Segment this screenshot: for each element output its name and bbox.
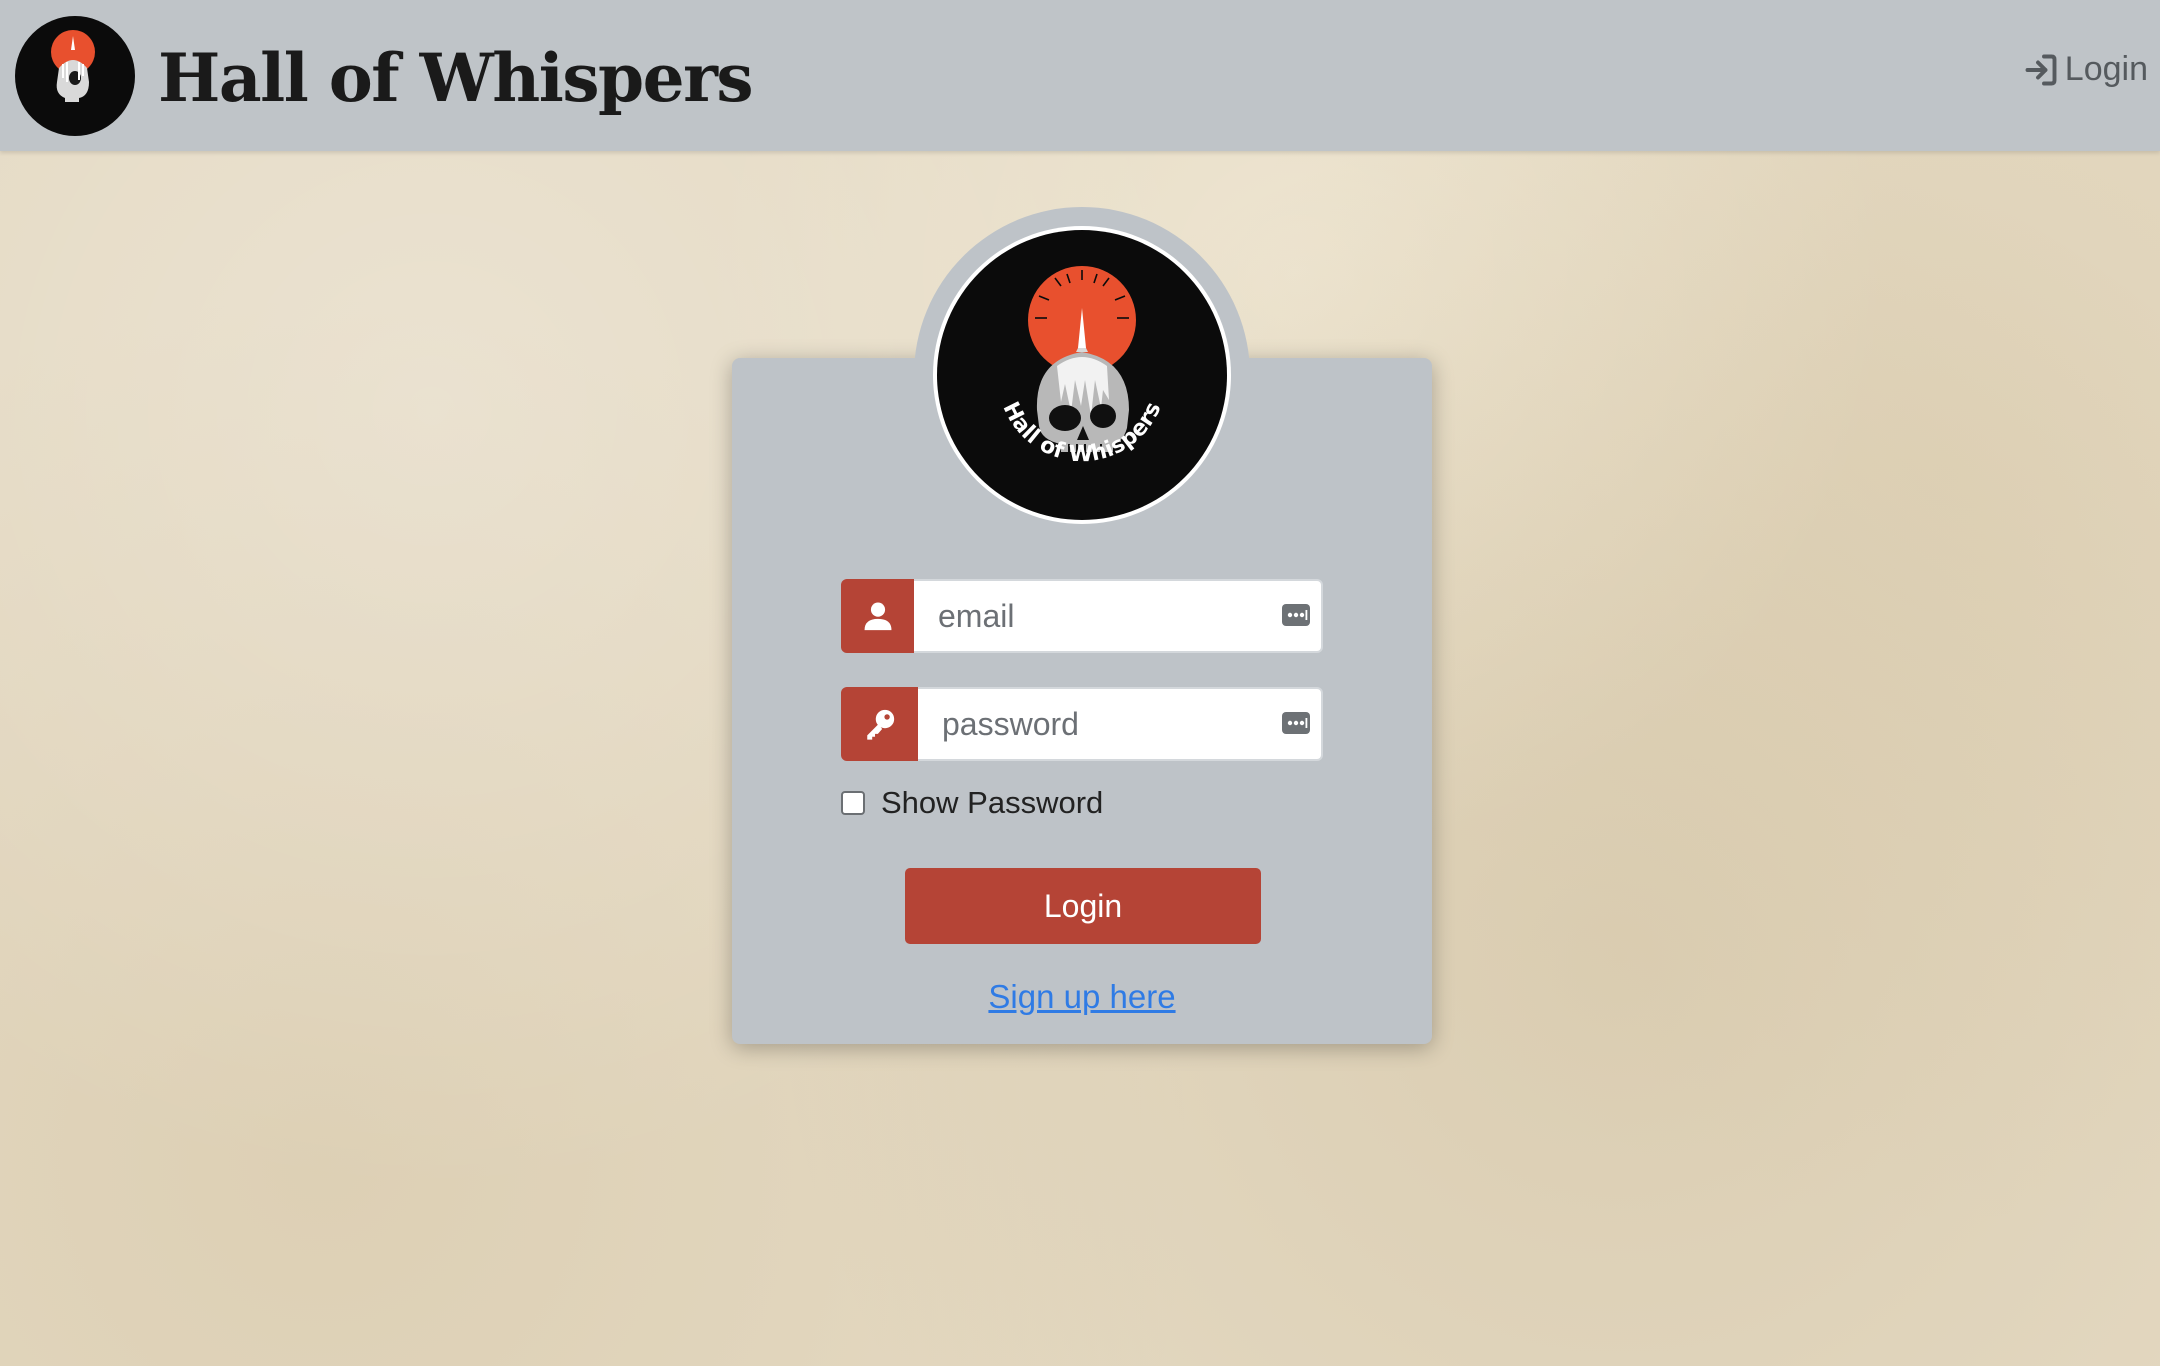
password-autofill-icon[interactable] bbox=[1281, 709, 1311, 737]
nav-login-label: Login bbox=[2064, 50, 2148, 88]
signup-link[interactable]: Sign up here bbox=[732, 978, 1432, 1016]
email-field[interactable] bbox=[914, 581, 1321, 651]
show-password-checkbox[interactable] bbox=[841, 791, 865, 815]
show-password-toggle[interactable]: Show Password bbox=[841, 785, 1103, 821]
login-button[interactable]: Login bbox=[905, 868, 1261, 944]
email-field-wrap bbox=[914, 579, 1323, 653]
password-input-group bbox=[841, 687, 1323, 761]
site-title[interactable]: Hall of Whispers bbox=[158, 30, 754, 126]
password-field-wrap bbox=[918, 687, 1323, 761]
email-input-group bbox=[841, 579, 1323, 653]
brand-logo[interactable] bbox=[15, 16, 135, 136]
navbar: Hall of Whispers Login bbox=[0, 0, 2160, 151]
email-addon bbox=[841, 579, 914, 653]
logo-avatar: Hall of Whispers bbox=[933, 226, 1231, 524]
show-password-label: Show Password bbox=[881, 785, 1104, 820]
password-field[interactable] bbox=[918, 689, 1321, 759]
nav-login-link[interactable]: Login bbox=[2023, 50, 2148, 89]
password-addon bbox=[841, 687, 918, 761]
password-autofill-icon[interactable] bbox=[1281, 601, 1311, 629]
sign-in-icon bbox=[2025, 54, 2057, 85]
user-icon bbox=[864, 602, 891, 631]
key-icon bbox=[866, 709, 894, 740]
